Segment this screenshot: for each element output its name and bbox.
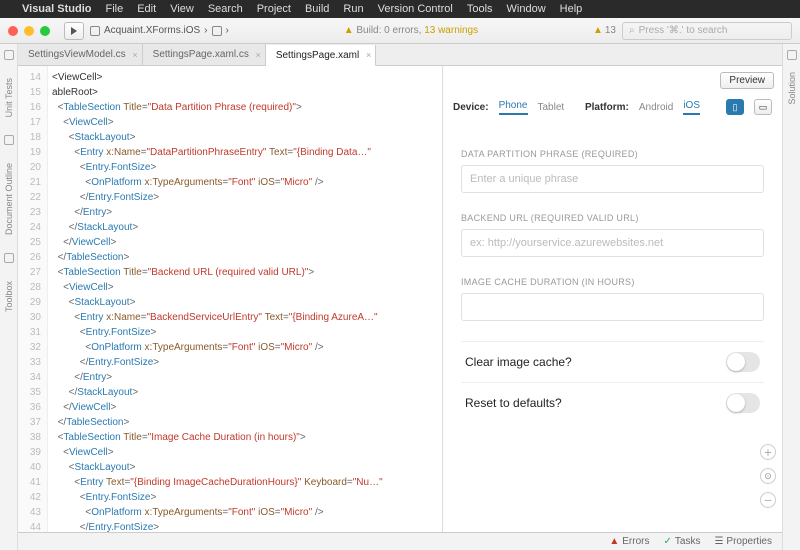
document-outline-icon[interactable] xyxy=(4,135,14,145)
minimize-window-icon[interactable] xyxy=(24,26,34,36)
field-label: IMAGE CACHE DURATION (IN HOURS) xyxy=(461,277,764,287)
run-button[interactable] xyxy=(64,22,84,40)
device-tablet[interactable]: Tablet xyxy=(538,102,565,113)
zoom-window-icon[interactable] xyxy=(40,26,50,36)
file-tab-label: SettingsPage.xaml xyxy=(276,50,359,61)
right-sidebar: Solution xyxy=(782,44,800,550)
chevron-right-icon: › xyxy=(226,25,229,36)
platform-label: Platform: xyxy=(585,102,629,113)
cache-duration-input[interactable] xyxy=(461,293,764,321)
file-tab[interactable]: SettingsViewModel.cs × xyxy=(18,44,143,65)
warning-count: 13 xyxy=(605,25,616,36)
build-status: ▲ Build: 0 errors, 13 warnings xyxy=(235,25,587,36)
error-icon: ▲ xyxy=(609,536,619,547)
toolbar: Acquaint.XForms.iOS › › ▲ Build: 0 error… xyxy=(0,18,800,44)
file-tab[interactable]: SettingsPage.xaml × xyxy=(266,45,376,66)
device-selector: Device: Phone Tablet Platform: Android i… xyxy=(443,95,782,119)
window-controls xyxy=(8,26,50,36)
toolbox-icon[interactable] xyxy=(4,253,14,263)
file-tab-label: SettingsViewModel.cs xyxy=(28,49,126,60)
preview-button[interactable]: Preview xyxy=(720,72,774,89)
menu-search[interactable]: Search xyxy=(208,3,243,15)
status-properties[interactable]: ☰Properties xyxy=(714,536,772,547)
status-errors[interactable]: ▲Errors xyxy=(609,536,649,547)
file-tab-label: SettingsPage.xaml.cs xyxy=(153,49,249,60)
zoom-in-icon[interactable]: ＋ xyxy=(760,444,776,460)
menu-tools[interactable]: Tools xyxy=(467,3,493,15)
solution-icon[interactable] xyxy=(787,50,797,60)
device-icon xyxy=(212,26,222,36)
switch-clear-cache[interactable]: Clear image cache? xyxy=(461,341,764,382)
status-tasks[interactable]: ✓Tasks xyxy=(664,536,701,547)
field-label: BACKEND URL (REQUIRED VALID URL) xyxy=(461,213,764,223)
zoom-reset-icon[interactable]: ⊙ xyxy=(760,468,776,484)
build-errors: Build: 0 errors, xyxy=(356,25,421,36)
menu-view[interactable]: View xyxy=(170,3,194,15)
chevron-right-icon: › xyxy=(204,25,207,36)
zoom-out-icon[interactable]: － xyxy=(760,492,776,508)
menu-file[interactable]: File xyxy=(105,3,123,15)
menu-build[interactable]: Build xyxy=(305,3,329,15)
menubar: Visual Studio File Edit View Search Proj… xyxy=(0,0,800,18)
menu-edit[interactable]: Edit xyxy=(137,3,156,15)
left-sidebar: Unit Tests Document Outline Toolbox xyxy=(0,44,18,550)
sidebar-unit-tests[interactable]: Unit Tests xyxy=(4,78,14,117)
check-icon: ✓ xyxy=(664,536,672,547)
file-tabbar: SettingsViewModel.cs × SettingsPage.xaml… xyxy=(18,44,782,66)
status-bar: ▲Errors ✓Tasks ☰Properties xyxy=(18,532,782,550)
target-label: Acquaint.XForms.iOS xyxy=(104,25,200,36)
close-window-icon[interactable] xyxy=(8,26,18,36)
switch-label: Reset to defaults? xyxy=(465,396,562,410)
split-view: 14 15 16 17 18 19 20 21 22 23 24 25 26 2… xyxy=(18,66,782,532)
warning-icon: ▲ xyxy=(344,25,354,36)
unit-tests-icon[interactable] xyxy=(4,50,14,60)
file-tab[interactable]: SettingsPage.xaml.cs × xyxy=(143,44,266,65)
app-name[interactable]: Visual Studio xyxy=(22,3,91,15)
sidebar-toolbox[interactable]: Toolbox xyxy=(4,281,14,312)
menu-version-control[interactable]: Version Control xyxy=(378,3,453,15)
warning-icon: ▲ xyxy=(593,25,603,36)
zoom-controls: ＋ ⊙ － xyxy=(760,444,776,508)
platform-android[interactable]: Android xyxy=(639,102,673,113)
switch-toggle[interactable] xyxy=(726,393,760,413)
form-preview: DATA PARTITION PHRASE (REQUIRED) Enter a… xyxy=(443,119,782,532)
backend-url-input[interactable]: ex: http://yourservice.azurewebsites.net xyxy=(461,229,764,257)
main: Unit Tests Document Outline Toolbox Sett… xyxy=(0,44,800,550)
field-label: DATA PARTITION PHRASE (REQUIRED) xyxy=(461,149,764,159)
device-label: Device: xyxy=(453,102,489,113)
target-icon xyxy=(90,26,100,36)
switch-toggle[interactable] xyxy=(726,352,760,372)
orientation-portrait-icon[interactable]: ▯ xyxy=(726,99,744,115)
switch-reset-defaults[interactable]: Reset to defaults? xyxy=(461,382,764,423)
editor-area: SettingsViewModel.cs × SettingsPage.xaml… xyxy=(18,44,782,550)
menu-run[interactable]: Run xyxy=(343,3,363,15)
search-icon: ⌕ xyxy=(629,25,635,36)
orientation-landscape-icon[interactable]: ▭ xyxy=(754,99,772,115)
data-partition-input[interactable]: Enter a unique phrase xyxy=(461,165,764,193)
line-gutter: 14 15 16 17 18 19 20 21 22 23 24 25 26 2… xyxy=(18,66,48,532)
close-icon[interactable]: × xyxy=(366,50,371,60)
menu-project[interactable]: Project xyxy=(257,3,291,15)
switch-label: Clear image cache? xyxy=(465,355,572,369)
search-input[interactable]: ⌕ Press '⌘.' to search xyxy=(622,22,792,40)
properties-icon: ☰ xyxy=(714,536,723,547)
menu-help[interactable]: Help xyxy=(560,3,583,15)
sidebar-document-outline[interactable]: Document Outline xyxy=(4,163,14,235)
close-icon[interactable]: × xyxy=(256,50,261,60)
warning-badge[interactable]: ▲ 13 xyxy=(593,25,616,36)
device-phone[interactable]: Phone xyxy=(499,100,528,115)
search-placeholder: Press '⌘.' to search xyxy=(639,25,728,36)
build-warnings: 13 warnings xyxy=(424,25,478,36)
run-target[interactable]: Acquaint.XForms.iOS › › xyxy=(90,25,229,36)
platform-ios[interactable]: iOS xyxy=(683,100,700,115)
close-icon[interactable]: × xyxy=(132,50,137,60)
preview-panel: Preview Device: Phone Tablet Platform: A… xyxy=(442,66,782,532)
menu-window[interactable]: Window xyxy=(507,3,546,15)
code-lines[interactable]: <ViewCell> ableRoot> <TableSection Title… xyxy=(48,66,402,532)
code-editor[interactable]: 14 15 16 17 18 19 20 21 22 23 24 25 26 2… xyxy=(18,66,442,532)
sidebar-solution[interactable]: Solution xyxy=(787,72,797,105)
